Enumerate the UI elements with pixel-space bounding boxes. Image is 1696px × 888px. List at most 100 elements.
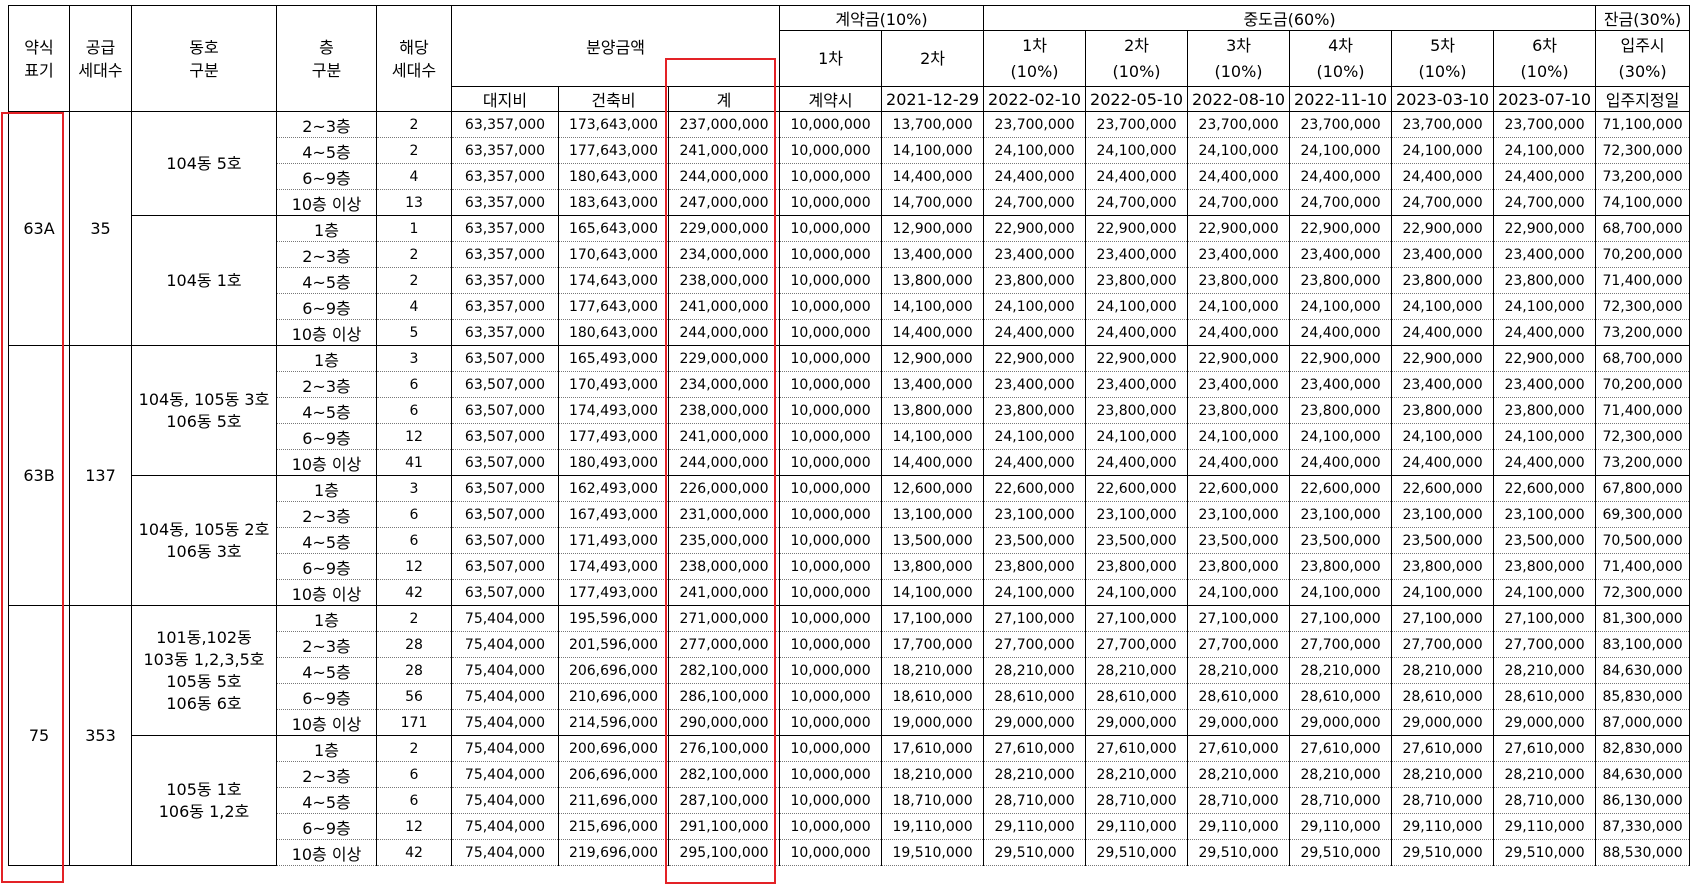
amount-cell: 23,700,000 <box>1391 111 1495 138</box>
amount-cell: 22,600,000 <box>1187 475 1291 502</box>
floor-range: 6~9층 <box>276 423 377 450</box>
amount-cell: 63,507,000 <box>451 449 559 476</box>
header-total: 계 <box>667 86 781 112</box>
amount-cell: 22,900,000 <box>1493 345 1597 372</box>
header-floor: 층 구분 <box>276 5 377 112</box>
amount-cell: 63,507,000 <box>451 527 559 554</box>
header-date-9: 입주지정일 <box>1595 86 1691 112</box>
amount-cell: 24,700,000 <box>1493 189 1597 216</box>
dong-ho-line: 104동 1호 <box>166 270 242 290</box>
amount-cell: 14,100,000 <box>881 423 985 450</box>
amount-cell: 10,000,000 <box>779 475 883 502</box>
table-row: 63A 35 104동 5호 2~3층 2 63,357,000 173,643,000 23… <box>8 111 1691 346</box>
unit-count: 5 <box>376 319 452 346</box>
amount-cell: 18,210,000 <box>881 761 985 788</box>
unit-count: 12 <box>376 423 452 450</box>
unit-count: 2 <box>376 605 452 632</box>
amount-cell: 173,643,000 <box>558 111 669 138</box>
type-abbr: 63B <box>8 345 70 606</box>
amount-cell: 23,500,000 <box>1391 527 1495 554</box>
amount-cell: 24,400,000 <box>1187 163 1291 190</box>
amount-cell: 10,000,000 <box>779 215 883 242</box>
amount-cell: 22,600,000 <box>1493 475 1597 502</box>
type-abbr: 75 <box>8 605 70 866</box>
amount-cell: 29,110,000 <box>1187 813 1291 840</box>
amount-cell: 22,600,000 <box>1085 475 1189 502</box>
unit-count: 2 <box>376 111 452 138</box>
amount-cell: 24,100,000 <box>983 293 1087 320</box>
amount-cell: 23,800,000 <box>1391 553 1495 580</box>
amount-cell: 23,100,000 <box>1085 501 1189 528</box>
amount-cell: 277,000,000 <box>667 631 781 658</box>
amount-cell: 27,700,000 <box>1187 631 1291 658</box>
amount-cell: 24,100,000 <box>1289 137 1393 164</box>
amount-cell: 28,610,000 <box>1391 683 1495 710</box>
amount-cell: 24,400,000 <box>1289 163 1393 190</box>
dong-ho-line: 104동 5호 <box>166 153 242 173</box>
header-line: 세대수 <box>391 60 437 80</box>
amount-cell: 29,110,000 <box>1493 813 1597 840</box>
floor-range: 10층 이상 <box>276 839 377 866</box>
amount-cell: 174,643,000 <box>558 267 669 294</box>
amount-cell: 24,400,000 <box>1391 319 1495 346</box>
header-installment-1: 1차 <box>779 30 883 87</box>
installment-label: 4차 <box>1328 35 1353 55</box>
amount-cell: 29,510,000 <box>1187 839 1291 866</box>
amount-cell: 27,610,000 <box>1289 735 1393 762</box>
floor-range: 10층 이상 <box>276 189 377 216</box>
amount-cell: 22,900,000 <box>1289 215 1393 242</box>
header-installment-2: 2차 <box>881 30 985 87</box>
amount-cell: 23,400,000 <box>1391 371 1495 398</box>
unit-count: 3 <box>376 345 452 372</box>
amount-cell: 63,507,000 <box>451 553 559 580</box>
amount-cell: 22,600,000 <box>983 475 1087 502</box>
amount-cell: 14,100,000 <box>881 293 985 320</box>
price-table-body: 63A 35 104동 5호 2~3층 2 63,357,000 173,643,000 23… <box>8 111 1691 866</box>
amount-cell: 27,100,000 <box>1289 605 1393 632</box>
amount-cell: 13,800,000 <box>881 397 985 424</box>
amount-cell: 28,610,000 <box>1289 683 1393 710</box>
amount-cell: 22,600,000 <box>1391 475 1495 502</box>
amount-cell: 63,357,000 <box>451 137 559 164</box>
header-date-3: 2022-02-10 <box>983 86 1087 112</box>
amount-cell: 12,900,000 <box>881 345 985 372</box>
amount-cell: 23,400,000 <box>1187 241 1291 268</box>
amount-cell: 24,100,000 <box>1085 579 1189 606</box>
amount-cell: 27,610,000 <box>1187 735 1291 762</box>
amount-cell: 23,800,000 <box>983 553 1087 580</box>
header-interim-payment: 중도금(60%) <box>983 5 1597 31</box>
amount-cell: 10,000,000 <box>779 241 883 268</box>
amount-cell: 23,700,000 <box>1289 111 1393 138</box>
amount-cell: 27,700,000 <box>1289 631 1393 658</box>
header-line: 구분 <box>311 60 342 80</box>
amount-cell: 24,400,000 <box>1289 319 1393 346</box>
amount-cell: 29,000,000 <box>1391 709 1495 736</box>
installment-label: 6차 <box>1532 35 1557 55</box>
amount-cell: 200,696,000 <box>558 735 669 762</box>
installment-percent: (10%) <box>1112 61 1161 81</box>
floor-range: 1층 <box>276 215 377 242</box>
floor-range: 4~5층 <box>276 527 377 554</box>
amount-cell: 14,400,000 <box>881 319 985 346</box>
amount-cell: 12,600,000 <box>881 475 985 502</box>
floor-range: 6~9층 <box>276 293 377 320</box>
amount-cell: 63,507,000 <box>451 345 559 372</box>
supply-units: 353 <box>69 605 132 866</box>
amount-cell: 27,700,000 <box>1493 631 1597 658</box>
floor-range: 10층 이상 <box>276 709 377 736</box>
amount-cell: 23,800,000 <box>1187 553 1291 580</box>
amount-cell: 70,200,000 <box>1595 371 1691 398</box>
amount-cell: 10,000,000 <box>779 423 883 450</box>
amount-cell: 72,300,000 <box>1595 293 1691 320</box>
floor-range: 4~5층 <box>276 397 377 424</box>
dong-ho-line: 106동 6호 <box>166 693 242 713</box>
amount-cell: 18,210,000 <box>881 657 985 684</box>
amount-cell: 237,000,000 <box>667 111 781 138</box>
amount-cell: 23,100,000 <box>1391 501 1495 528</box>
dong-ho-line: 104동, 105동 3호 <box>138 389 270 409</box>
amount-cell: 22,900,000 <box>983 215 1087 242</box>
amount-cell: 84,630,000 <box>1595 657 1691 684</box>
amount-cell: 24,100,000 <box>1391 293 1495 320</box>
amount-cell: 244,000,000 <box>667 319 781 346</box>
amount-cell: 24,100,000 <box>1289 423 1393 450</box>
